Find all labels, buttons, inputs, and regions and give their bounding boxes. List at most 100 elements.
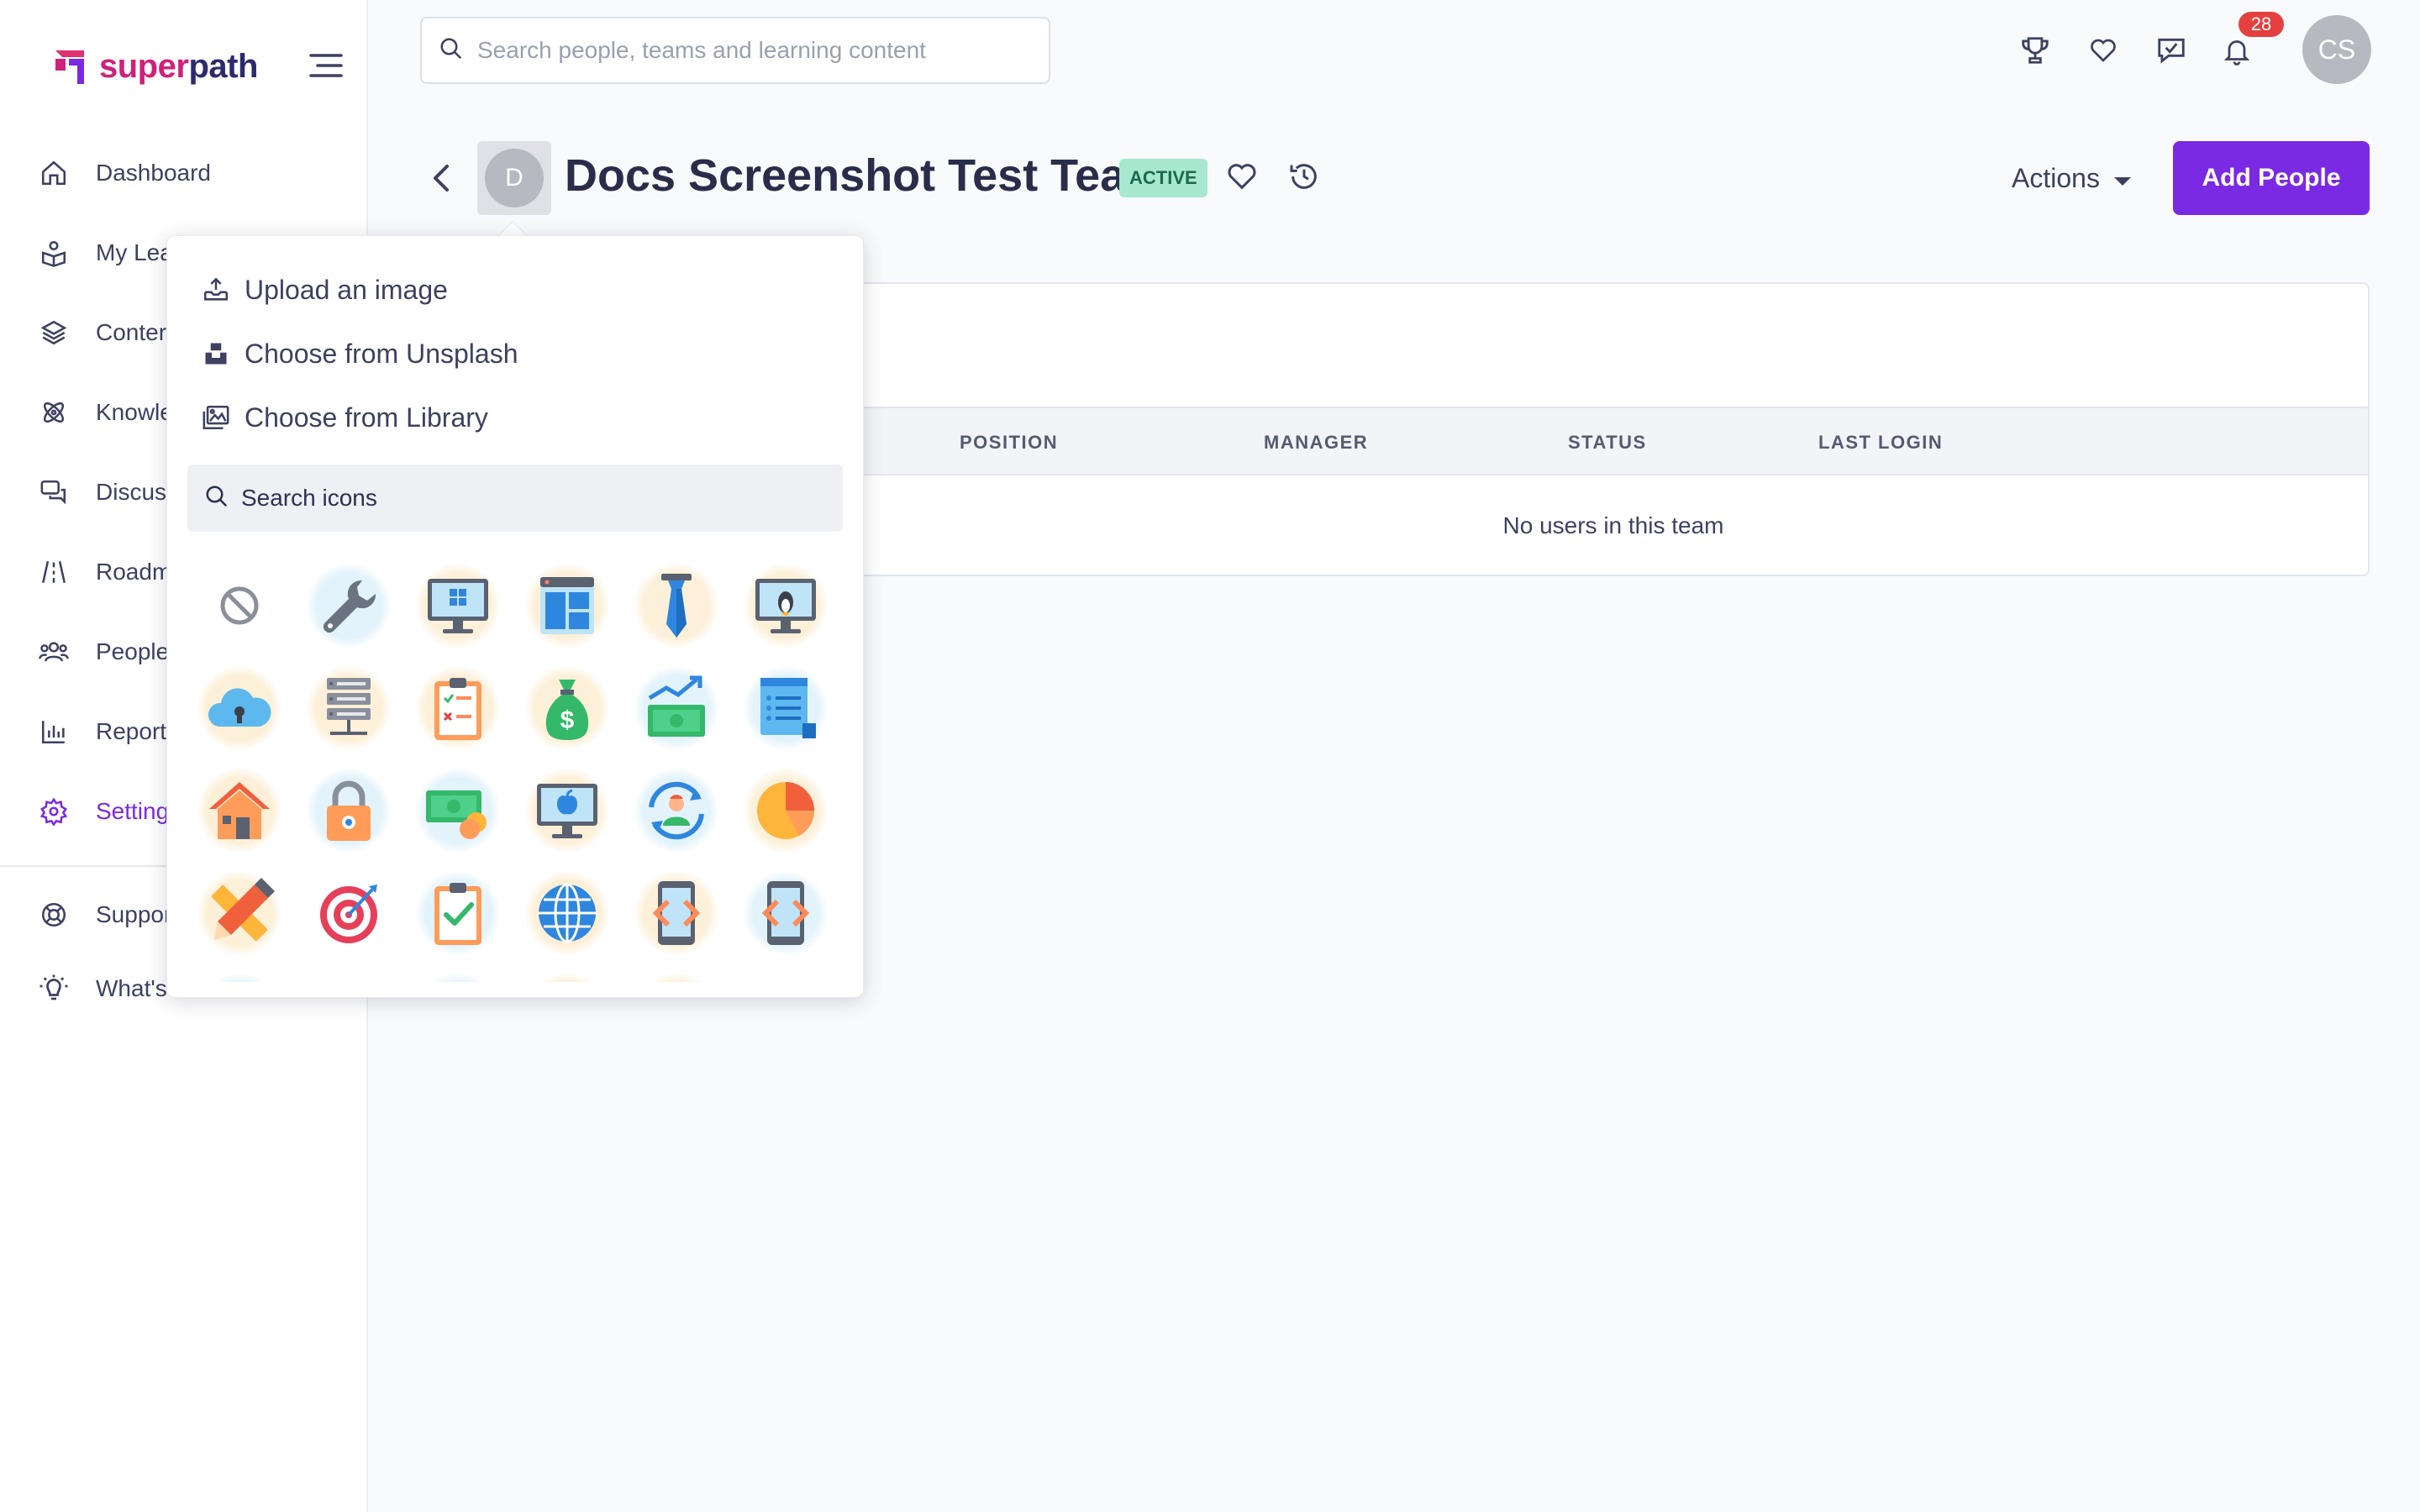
lifebuoy-icon [37, 898, 71, 932]
table-header: POSITION MANAGER STATUS LAST LOGIN [859, 407, 2368, 475]
windows-monitor-icon[interactable] [416, 564, 500, 648]
favorite-heart-icon[interactable] [1225, 160, 1262, 197]
sidebar-item-settings[interactable]: Setting [37, 786, 169, 837]
users-icon [37, 635, 71, 669]
logo-text-part1: super [99, 47, 189, 85]
choose-library-option[interactable]: Choose from Library [199, 392, 488, 443]
pencil-ruler-icon[interactable] [197, 871, 281, 955]
sidebar-item-label: People [96, 638, 170, 664]
bar-chart-icon [37, 715, 71, 748]
book-reader-icon [37, 236, 71, 270]
actions-label: Actions [2012, 162, 2100, 193]
column-header-status[interactable]: STATUS [1568, 432, 1647, 454]
superpath-logo-mark-icon [50, 45, 92, 87]
sidebar-item-label: Report [96, 718, 167, 744]
cloud-lock-icon[interactable] [197, 666, 281, 750]
sidebar-item-label: Suppor [96, 901, 172, 927]
web-layout-icon[interactable] [525, 564, 609, 648]
mobile-code-alt-icon[interactable] [744, 871, 828, 955]
partial-icon[interactable] [307, 974, 391, 982]
add-people-button[interactable]: Add People [2173, 141, 2370, 215]
sidebar-item-dashboard[interactable]: Dashboard [37, 148, 211, 198]
history-icon[interactable] [1287, 160, 1324, 197]
mobile-code-icon[interactable] [634, 871, 718, 955]
sidebar-item-label: Setting [96, 798, 170, 824]
sidebar-item-reports[interactable]: Report [37, 706, 166, 757]
server-rack-icon[interactable] [307, 666, 391, 750]
unsplash-icon [199, 337, 233, 370]
search-input[interactable] [476, 36, 1030, 65]
caret-down-icon [2113, 163, 2132, 194]
target-icon[interactable] [307, 871, 391, 955]
svg-text:$: $ [560, 706, 575, 734]
pie-chart-icon[interactable] [744, 769, 828, 853]
choose-unsplash-option[interactable]: Choose from Unsplash [199, 328, 518, 379]
notification-count-badge: 28 [2238, 12, 2284, 37]
user-sync-icon[interactable] [634, 769, 718, 853]
sidebar-item-label: Roadm [96, 559, 172, 585]
logo-text-part2: path [188, 47, 258, 85]
global-search[interactable] [420, 17, 1050, 84]
sidebar-item-support[interactable]: Suppor [37, 890, 171, 940]
search-icon [439, 36, 464, 66]
cash-growth-icon[interactable] [634, 666, 718, 750]
favorites-heart-icon[interactable] [2085, 32, 2122, 69]
notification-bell-icon[interactable] [2218, 32, 2255, 69]
lightbulb-icon [37, 972, 71, 1005]
choose-unsplash-label: Choose from Unsplash [245, 338, 518, 369]
sidebar-item-knowledge[interactable]: Knowle [37, 387, 173, 438]
page-title: Docs Screenshot Test Team [565, 150, 1166, 201]
feedback-chat-icon[interactable] [2153, 32, 2190, 69]
column-header-last-login[interactable]: LAST LOGIN [1818, 432, 1943, 454]
sidebar-item-discussions[interactable]: Discuss [37, 467, 178, 517]
upload-image-label: Upload an image [245, 274, 448, 305]
icon-search-field[interactable] [187, 465, 843, 532]
padlock-icon[interactable] [307, 769, 391, 853]
globe-icon[interactable] [525, 871, 609, 955]
sidebar-item-people[interactable]: People [37, 627, 169, 677]
back-chevron-icon[interactable] [427, 160, 457, 197]
sidebar-item-label: What's [96, 975, 167, 1001]
upload-image-option[interactable]: Upload an image [199, 265, 448, 315]
icon-search-input[interactable] [239, 484, 828, 512]
team-avatar-button[interactable]: D [477, 141, 551, 215]
wrench-icon[interactable] [307, 564, 391, 648]
document-list-icon[interactable] [744, 666, 828, 750]
gear-icon [37, 795, 71, 828]
partial-icon[interactable] [634, 974, 718, 982]
sidebar-item-content[interactable]: Conter [37, 307, 166, 358]
none-icon[interactable] [197, 564, 281, 648]
sidebar-item-my-learning[interactable]: My Lea [37, 228, 173, 278]
choose-library-label: Choose from Library [245, 402, 488, 433]
sidebar-item-roadmaps[interactable]: Roadm [37, 547, 171, 597]
column-header-position[interactable]: POSITION [960, 432, 1058, 454]
team-members-card: POSITION MANAGER STATUS LAST LOGIN No us… [857, 282, 2370, 576]
search-icon [204, 484, 229, 513]
house-icon[interactable] [197, 769, 281, 853]
user-avatar[interactable]: CS [2302, 15, 2371, 84]
column-header-manager[interactable]: MANAGER [1264, 432, 1368, 454]
partial-icon[interactable] [416, 974, 500, 982]
partial-icon[interactable] [197, 974, 281, 982]
atom-icon [37, 396, 71, 429]
partial-icon[interactable] [525, 974, 609, 982]
superpath-logo[interactable]: superpath [50, 45, 258, 87]
team-avatar-initial: D [485, 149, 544, 207]
necktie-icon[interactable] [634, 564, 718, 648]
chat-icon [37, 475, 71, 509]
money-bag-icon[interactable]: $ [525, 666, 609, 750]
clipboard-checklist-icon[interactable] [416, 666, 500, 750]
sidebar-item-whats-new[interactable]: What's [37, 963, 167, 1014]
linux-monitor-icon[interactable] [744, 564, 828, 648]
trophy-icon[interactable] [2017, 32, 2054, 69]
cash-coins-icon[interactable] [416, 769, 500, 853]
clipboard-check-icon[interactable] [416, 871, 500, 955]
sidebar-item-label: Dashboard [96, 160, 211, 186]
road-icon [37, 555, 71, 589]
actions-dropdown-button[interactable]: Actions [2012, 158, 2132, 198]
apple-monitor-icon[interactable] [525, 769, 609, 853]
image-picker-popover: Upload an image Choose from Unsplash Cho… [166, 235, 864, 998]
partial-icon[interactable] [744, 974, 828, 982]
menu-toggle-icon[interactable] [308, 50, 345, 81]
sidebar-item-label: My Lea [96, 239, 173, 265]
